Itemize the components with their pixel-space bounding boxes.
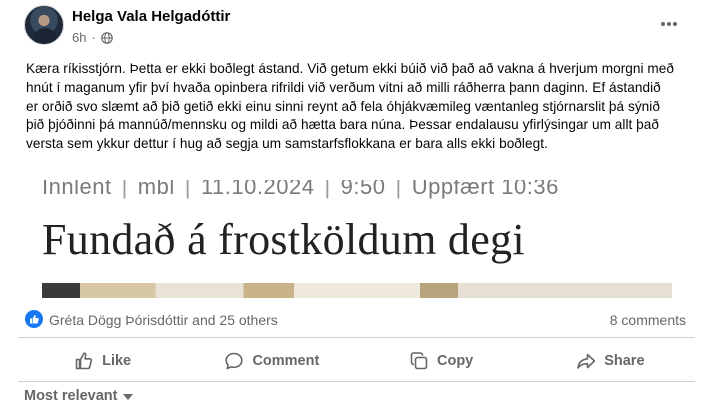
share-button[interactable]: Share (526, 342, 695, 380)
article-title: Fundað á frostköldum degi (42, 215, 525, 264)
copy-button[interactable]: Copy (357, 342, 526, 380)
author-name[interactable]: Helga Vala Helgadóttir (72, 8, 230, 25)
like-reaction-icon[interactable] (25, 310, 43, 328)
article-meta: Innlent | mbl | 11.10.2024 | 9:50 | Uppfært 10:3… (42, 180, 559, 200)
divider (18, 381, 695, 382)
reactions-summary[interactable]: Gréta Dögg Þórisdóttir and 25 others (49, 312, 278, 328)
thumbs-up-icon (75, 352, 93, 370)
article-separator: | (184, 180, 191, 199)
article-image[interactable]: Innlent | mbl | 11.10.2024 | 9:50 | Uppfært 10:3… (0, 180, 713, 298)
article-category: Innlent (42, 180, 112, 199)
copy-icon (410, 352, 428, 370)
comment-bubble-icon (225, 352, 244, 370)
article-photo (42, 283, 672, 298)
post-time[interactable]: 6h (72, 30, 86, 45)
more-options-icon[interactable] (655, 10, 683, 38)
article-source: mbl (137, 180, 175, 199)
reactions-row: Gréta Dögg Þórisdóttir and 25 others 8 c… (0, 308, 713, 332)
comment-button[interactable]: Comment (187, 342, 356, 380)
article-separator: | (324, 180, 331, 199)
article-date: 11.10.2024 (200, 180, 315, 199)
post-meta: 6h · (72, 30, 113, 45)
action-bar: Like Comment Copy Share (18, 342, 695, 380)
article-separator: | (395, 180, 402, 199)
article-time: 9:50 (340, 180, 386, 199)
author-avatar[interactable] (24, 5, 64, 45)
caret-down-icon (123, 394, 134, 400)
post-header: Helga Vala Helgadóttir 6h · (0, 0, 713, 50)
like-label: Like (102, 353, 132, 369)
post-text: Kæra ríkisstjórn. Þetta er ekki boðlegt … (26, 61, 675, 152)
comment-label: Comment (252, 353, 320, 369)
comments-count[interactable]: 8 comments (610, 312, 686, 328)
share-label: Share (604, 353, 645, 369)
copy-label: Copy (437, 353, 474, 369)
globe-icon (101, 31, 113, 44)
article-separator: | (121, 180, 128, 199)
share-arrow-icon (577, 353, 596, 369)
divider (18, 337, 695, 338)
like-button[interactable]: Like (18, 342, 187, 380)
comment-sort-dropdown[interactable]: Most relevant (24, 388, 134, 404)
article-updated: Uppfært 10:36 (411, 180, 559, 199)
sort-label: Most relevant (24, 388, 118, 404)
meta-separator: · (91, 30, 96, 45)
